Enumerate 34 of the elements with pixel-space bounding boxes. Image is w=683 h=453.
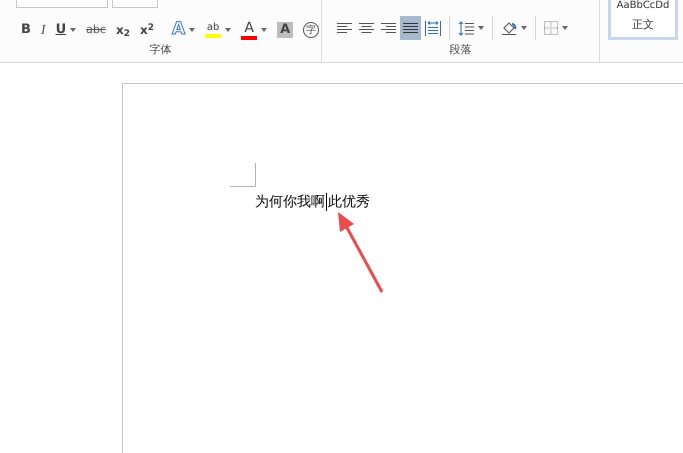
color-button[interactable]: A [236, 19, 272, 41]
line-spacing-icon [458, 20, 474, 36]
bold-button[interactable]: B [16, 19, 36, 41]
align-right-icon [381, 22, 396, 34]
strike-button[interactable]: abc [81, 19, 111, 41]
document-text: 为何你我啊 [255, 192, 325, 212]
align-left-icon [337, 22, 352, 34]
shade-button[interactable]: A [272, 19, 298, 41]
caret-icon [478, 26, 484, 30]
underline-button[interactable]: U [50, 19, 82, 41]
distribute-icon [425, 20, 441, 36]
script-button[interactable]: x$^{2}$ [134, 19, 159, 41]
caret-icon [562, 26, 568, 30]
style-gallery-item[interactable]: AaBbCcDd 正文 [608, 0, 678, 40]
font-size-field[interactable] [112, 0, 158, 8]
group-label: 段落 [450, 42, 472, 58]
style-preview: AaBbCcDd [616, 0, 670, 12]
justify-icon [403, 22, 418, 34]
paint-bucket-icon [501, 20, 517, 36]
group-label: 字体 [150, 42, 172, 58]
effect-button[interactable]: A [166, 19, 200, 41]
highlight-button[interactable]: ab [200, 19, 236, 41]
align-center-icon [359, 22, 374, 34]
circle-button[interactable]: 字 [298, 19, 324, 41]
italic-button[interactable]: I [36, 19, 51, 41]
caret-icon [521, 26, 527, 30]
document-text: 此优秀 [328, 192, 370, 212]
script-button[interactable]: x$_{2}$ [110, 19, 135, 41]
text-cursor [326, 193, 327, 211]
justify-button[interactable] [400, 16, 421, 40]
margin-corner-mark [230, 162, 256, 186]
style-name: 正文 [632, 17, 654, 33]
font-name-field[interactable] [16, 0, 108, 8]
borders-icon [544, 21, 558, 35]
